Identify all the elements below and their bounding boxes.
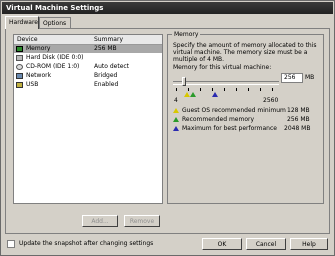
update-snapshot-checkbox[interactable] xyxy=(7,240,15,248)
usb-icon xyxy=(16,82,23,88)
tab-options[interactable]: Options xyxy=(39,17,71,28)
memory-field-label: Memory for this virtual machine: xyxy=(173,64,272,71)
cancel-button[interactable]: Cancel xyxy=(246,238,286,250)
device-name: Hard Disk (IDE 0:0) xyxy=(26,54,84,61)
maximum-legend-value: 2048 MB xyxy=(284,125,311,132)
memory-unit-label: MB xyxy=(305,74,315,81)
add-button[interactable]: Add... xyxy=(82,215,118,227)
hard-disk-icon xyxy=(16,55,23,61)
device-name: Network xyxy=(26,72,52,79)
settings-window: Virtual Machine Settings Hardware Option… xyxy=(0,0,335,256)
slider-tick xyxy=(176,88,177,91)
maximum-marker-icon xyxy=(212,92,218,97)
device-name: Memory xyxy=(26,45,51,52)
slider-tick xyxy=(248,88,249,91)
slider-tick xyxy=(272,88,273,91)
summary-column-header[interactable]: Summary xyxy=(94,35,123,44)
device-row-usb[interactable]: USB Enabled xyxy=(14,81,162,89)
remove-button[interactable]: Remove xyxy=(124,215,160,227)
slider-tick xyxy=(212,88,213,91)
memory-slider-thumb[interactable] xyxy=(181,77,186,86)
window-title: Virtual Machine Settings xyxy=(2,2,333,14)
device-row-cdrom[interactable]: CD-ROM (IDE 1:0) Auto detect xyxy=(14,63,162,71)
update-snapshot-label[interactable]: Update the snapshot after changing setti… xyxy=(19,240,153,248)
device-summary: Enabled xyxy=(94,81,119,88)
cdrom-icon xyxy=(16,64,23,70)
device-column-header[interactable]: Device xyxy=(17,35,38,44)
device-name: CD-ROM (IDE 1:0) xyxy=(26,63,80,70)
slider-tick xyxy=(224,88,225,91)
memory-group-label: Memory xyxy=(172,31,201,38)
device-name: USB xyxy=(26,81,39,88)
device-list[interactable]: Device Summary Memory 256 MB Hard Disk (… xyxy=(13,34,163,204)
memory-slider-track[interactable] xyxy=(173,81,279,85)
tab-hardware[interactable]: Hardware xyxy=(5,16,39,29)
slider-min-label: 4 xyxy=(174,97,178,104)
maximum-legend-label: Maximum for best performance xyxy=(182,125,277,132)
slider-tick xyxy=(236,88,237,91)
maximum-legend-icon xyxy=(173,126,179,131)
device-summary: Auto detect xyxy=(94,63,130,70)
device-row-memory[interactable]: Memory 256 MB xyxy=(14,45,162,53)
device-row-hard-disk[interactable]: Hard Disk (IDE 0:0) xyxy=(14,54,162,62)
minimum-legend-label: Guest OS recommended minimum xyxy=(182,107,286,114)
minimum-legend-icon xyxy=(173,108,179,113)
memory-description: Specify the amount of memory allocated t… xyxy=(173,42,317,63)
recommended-legend-value: 256 MB xyxy=(287,116,310,123)
recommended-marker-icon xyxy=(190,92,196,97)
slider-tick xyxy=(188,88,189,91)
device-row-network[interactable]: Network Bridged xyxy=(14,72,162,80)
recommended-legend-icon xyxy=(173,117,179,122)
minimum-legend-value: 128 MB xyxy=(287,107,310,114)
help-button[interactable]: Help xyxy=(290,238,328,250)
memory-icon xyxy=(16,46,23,52)
device-summary: 256 MB xyxy=(94,45,117,52)
network-icon xyxy=(16,73,23,79)
slider-tick xyxy=(260,88,261,91)
device-summary: Bridged xyxy=(94,72,118,79)
slider-tick xyxy=(200,88,201,91)
device-list-header: Device Summary xyxy=(14,35,162,45)
recommended-legend-label: Recommended memory xyxy=(182,116,255,123)
memory-size-input[interactable]: 256 xyxy=(281,73,303,83)
ok-button[interactable]: OK xyxy=(202,238,242,250)
slider-max-label: 2560 xyxy=(263,97,279,104)
